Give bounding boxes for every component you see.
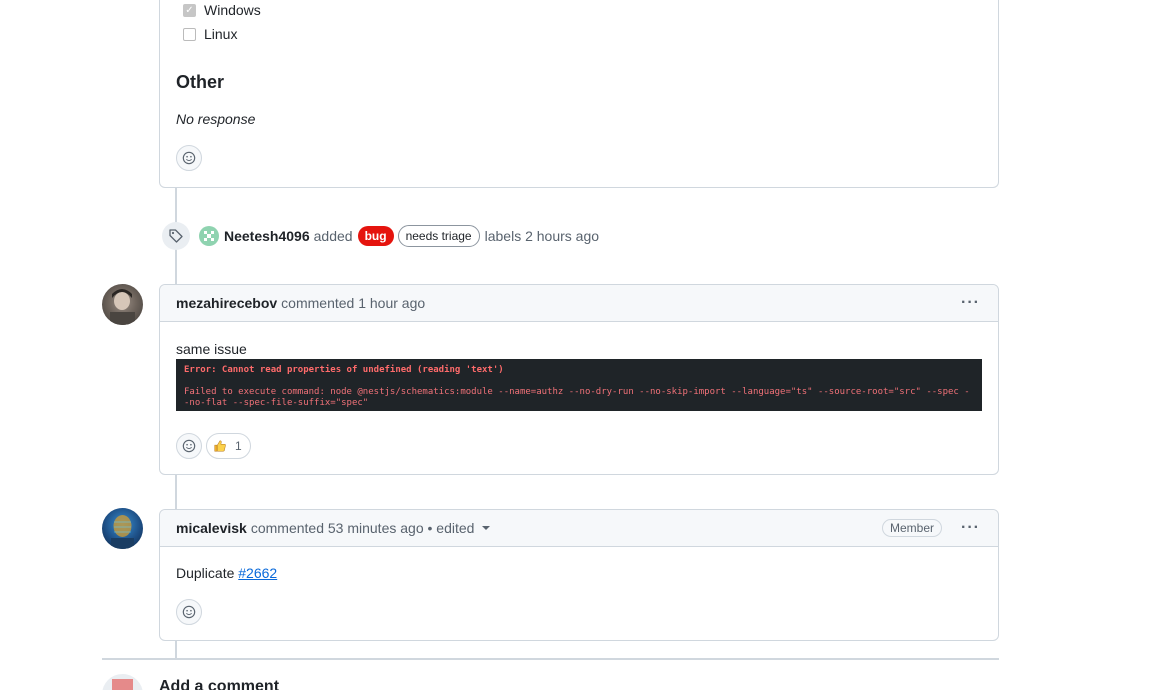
checkbox-label: Windows bbox=[204, 2, 261, 18]
add-reaction-button[interactable] bbox=[176, 599, 202, 625]
issue-timeline: ✓ Windows Linux Other No response Neetes… bbox=[0, 0, 1169, 690]
comment-body: same issue Error: Cannot read properties… bbox=[176, 341, 982, 411]
code-line-command: Failed to execute command: node @nestjs/… bbox=[184, 387, 970, 408]
comment-body: Duplicate #2662 bbox=[176, 565, 277, 581]
comment-text: same issue bbox=[176, 341, 247, 357]
thumbs-up-reaction[interactable]: 1 bbox=[206, 433, 251, 459]
add-comment-heading: Add a comment bbox=[159, 678, 280, 690]
tag-icon bbox=[162, 222, 190, 250]
smiley-icon bbox=[182, 605, 196, 619]
current-user-avatar[interactable] bbox=[102, 674, 143, 690]
issue-body-box: ✓ Windows Linux Other No response bbox=[159, 0, 999, 188]
issue-link[interactable]: #2662 bbox=[238, 565, 277, 581]
timeline-line bbox=[175, 641, 177, 659]
more-options-icon[interactable]: ··· bbox=[961, 294, 980, 312]
smiley-icon bbox=[182, 151, 196, 165]
code-line-error: Error: Cannot read properties of undefin… bbox=[184, 365, 504, 375]
reactions-bar: 1 bbox=[176, 433, 251, 459]
comment-meta: commented 1 hour ago bbox=[281, 295, 426, 311]
label-event: Neetesh4096 added bug needs triage label… bbox=[162, 222, 599, 250]
label-bug[interactable]: bug bbox=[357, 226, 394, 246]
code-block: Error: Cannot read properties of undefin… bbox=[176, 359, 982, 411]
checkbox-linux[interactable] bbox=[183, 27, 196, 41]
comment-author[interactable]: mezahirecebov bbox=[176, 295, 277, 311]
comment-header: mezahirecebov commented 1 hour ago ··· bbox=[160, 285, 998, 322]
add-reaction-button[interactable] bbox=[176, 145, 202, 171]
timeline-line bbox=[175, 475, 177, 509]
label-needs-triage[interactable]: needs triage bbox=[397, 225, 480, 247]
section-value: No response bbox=[176, 111, 256, 127]
thumbs-up-icon bbox=[214, 440, 226, 452]
timeline-divider bbox=[102, 658, 999, 660]
add-reaction-button[interactable] bbox=[176, 433, 202, 459]
event-actor[interactable]: Neetesh4096 bbox=[224, 228, 310, 244]
comment-box: mezahirecebov commented 1 hour ago ··· s… bbox=[159, 284, 999, 475]
checkbox-windows[interactable]: ✓ bbox=[183, 3, 196, 17]
os-checkbox-list: ✓ Windows Linux bbox=[183, 2, 261, 42]
edited-dropdown-icon[interactable] bbox=[482, 526, 491, 530]
comment-author[interactable]: micalevisk bbox=[176, 520, 247, 536]
comment-text: Duplicate bbox=[176, 565, 239, 581]
comment-meta: commented 53 minutes ago • edited bbox=[250, 520, 475, 536]
reaction-count: 1 bbox=[235, 439, 242, 453]
event-suffix: labels 2 hours ago bbox=[484, 228, 600, 244]
actor-avatar[interactable] bbox=[199, 226, 219, 246]
checkbox-row-linux: Linux bbox=[183, 26, 261, 42]
more-options-icon[interactable]: ··· bbox=[961, 519, 980, 537]
comment-header: micalevisk commented 53 minutes ago • ed… bbox=[160, 510, 998, 547]
avatar[interactable] bbox=[102, 508, 143, 549]
checkbox-label: Linux bbox=[204, 26, 238, 42]
member-badge: Member bbox=[881, 519, 942, 537]
comment-box: micalevisk commented 53 minutes ago • ed… bbox=[159, 509, 999, 641]
checkbox-row-windows: ✓ Windows bbox=[183, 2, 261, 18]
event-action: added bbox=[313, 228, 353, 244]
avatar[interactable] bbox=[102, 284, 143, 325]
section-title: Other bbox=[176, 72, 225, 92]
smiley-icon bbox=[182, 439, 196, 453]
